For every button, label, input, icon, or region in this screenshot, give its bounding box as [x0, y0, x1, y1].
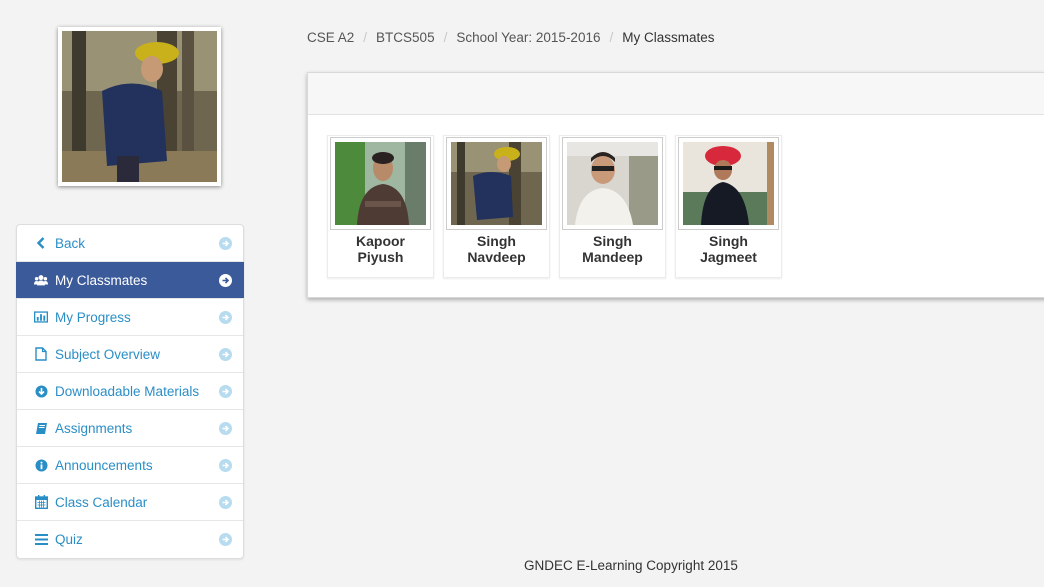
classmate-last-name: Singh	[593, 233, 632, 249]
breadcrumb-item-subject[interactable]: BTCS505	[376, 30, 435, 45]
classmate-photo	[678, 137, 779, 230]
classmate-name: Singh Jagmeet	[700, 233, 757, 265]
arrow-circle-right-icon	[219, 495, 232, 509]
classmate-first-name: Jagmeet	[700, 249, 757, 265]
classmates-list: Kapoor Piyush Singh Navdeep Singh Mandee…	[327, 135, 791, 278]
book-icon	[34, 421, 48, 435]
sidebar-item-label: Downloadable Materials	[55, 383, 200, 399]
classmate-last-name: Singh	[709, 233, 748, 249]
breadcrumb-current: My Classmates	[622, 30, 715, 45]
sidebar-item-label: Announcements	[55, 457, 153, 473]
classmate-photo	[562, 137, 663, 230]
calendar-icon	[34, 495, 48, 509]
bar-chart-icon	[34, 310, 48, 324]
classmate-first-name: Mandeep	[582, 249, 643, 265]
classmate-photo	[330, 137, 431, 230]
info-icon	[34, 458, 48, 472]
classmate-first-name: Navdeep	[467, 249, 526, 265]
classmate-name: Kapoor Piyush	[356, 233, 405, 265]
footer-copyright: GNDEC E-Learning Copyright 2015	[524, 558, 738, 573]
breadcrumb-item-school-year[interactable]: School Year: 2015-2016	[456, 30, 600, 45]
panel-header	[308, 73, 1044, 115]
sidebar-item-label: Back	[55, 235, 86, 251]
breadcrumb-separator: /	[363, 30, 368, 45]
classmates-panel: Kapoor Piyush Singh Navdeep Singh Mandee…	[307, 72, 1044, 298]
sidebar-item-my-classmates[interactable]: My Classmates	[16, 262, 244, 299]
users-icon	[34, 273, 48, 287]
profile-photo	[58, 27, 221, 186]
arrow-circle-right-icon	[219, 533, 232, 546]
file-icon	[34, 347, 48, 361]
sidebar-item-class-calendar[interactable]: Class Calendar	[17, 484, 243, 521]
classmate-photo	[446, 137, 547, 230]
classmate-card[interactable]: Singh Mandeep	[559, 135, 666, 278]
sidebar-item-downloadable-materials[interactable]: Downloadable Materials	[17, 373, 243, 410]
sidebar-item-label: Quiz	[55, 532, 83, 547]
classmate-last-name: Kapoor	[356, 233, 405, 249]
breadcrumb-separator: /	[609, 30, 614, 45]
sidebar-item-assignments[interactable]: Assignments	[17, 410, 243, 447]
sidebar-item-label: Assignments	[55, 420, 133, 436]
sidebar-item-label: Subject Overview	[55, 346, 161, 362]
classmate-card[interactable]: Singh Jagmeet	[675, 135, 782, 278]
classmate-card[interactable]: Kapoor Piyush	[327, 135, 434, 278]
menu-icon	[34, 533, 48, 547]
sidebar-item-subject-overview[interactable]: Subject Overview	[17, 336, 243, 373]
sidebar-item-label: Class Calendar	[55, 494, 148, 510]
arrow-circle-right-icon	[219, 458, 232, 472]
classmate-last-name: Singh	[477, 233, 516, 249]
breadcrumb: CSE A2 / BTCS505 / School Year: 2015-201…	[307, 30, 715, 45]
sidebar-menu: Back My Classmates My Progress Subject O…	[16, 224, 244, 559]
sidebar-item-quiz[interactable]: Quiz	[17, 521, 243, 558]
classmate-name: Singh Mandeep	[582, 233, 643, 265]
breadcrumb-item-class[interactable]: CSE A2	[307, 30, 354, 45]
arrow-circle-right-icon	[219, 236, 232, 250]
sidebar-item-back[interactable]: Back	[17, 225, 243, 262]
arrow-circle-right-icon	[219, 310, 232, 324]
sidebar-item-announcements[interactable]: Announcements	[17, 447, 243, 484]
download-icon	[34, 384, 48, 398]
arrow-circle-right-icon	[219, 273, 232, 287]
breadcrumb-separator: /	[443, 30, 448, 45]
sidebar-item-label: My Progress	[55, 309, 131, 325]
classmate-name: Singh Navdeep	[467, 233, 525, 265]
profile-photo-image	[62, 31, 217, 182]
chevron-left-icon	[34, 236, 48, 250]
arrow-circle-right-icon	[219, 384, 232, 398]
sidebar-item-my-progress[interactable]: My Progress	[17, 299, 243, 336]
arrow-circle-right-icon	[219, 347, 232, 361]
sidebar-item-label: My Classmates	[55, 272, 148, 288]
classmate-first-name: Piyush	[357, 249, 404, 265]
arrow-circle-right-icon	[219, 421, 232, 435]
classmate-card[interactable]: Singh Navdeep	[443, 135, 550, 278]
